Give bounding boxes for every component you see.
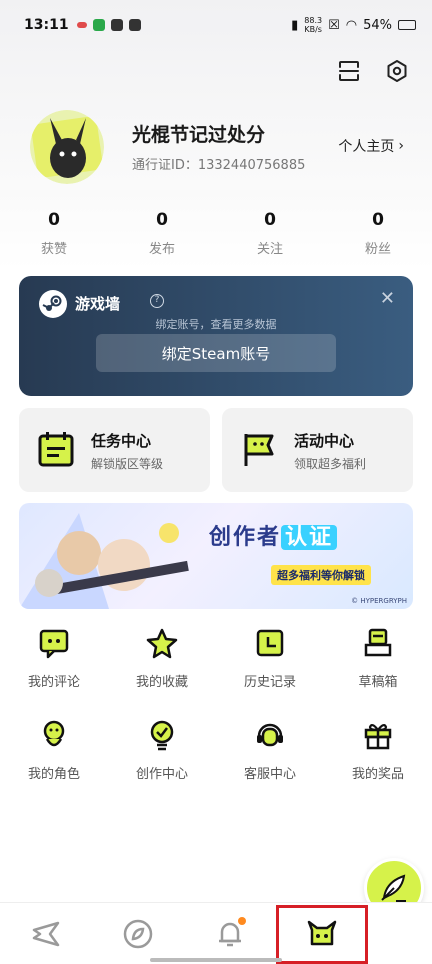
menu-label: 我的收藏 [135, 674, 188, 690]
feather-pen-icon [381, 874, 406, 902]
event-center-subtitle: 领取超多福利 [294, 457, 367, 471]
support-icon [257, 723, 283, 746]
quick-cards: 任务中心 解锁版区等级 活动中心 领取超多福利 [19, 408, 413, 492]
steam-icon [39, 290, 67, 318]
my-comments-button[interactable]: 我的评论 [0, 612, 108, 704]
menu-label: 我的角色 [27, 766, 80, 782]
personal-homepage-link[interactable]: 个人主页 › [338, 136, 404, 156]
game-wall-subtitle: 绑定账号，查看更多数据 [155, 318, 277, 331]
my-characters-button[interactable]: 我的角色 [0, 704, 108, 796]
feature-grid: 我的评论 我的收藏 历史记录 草稿箱 我的角色 创作中心 客服中心 我的奖品 [0, 612, 432, 796]
close-icon[interactable]: ✕ [380, 288, 395, 309]
vibrate-icon: ▮ [291, 17, 299, 33]
help-icon[interactable]: ? [150, 294, 164, 308]
chevron-right-icon: › [398, 138, 404, 154]
menu-label: 创作中心 [135, 766, 188, 782]
battery-icon [398, 20, 416, 30]
stat-label: 关注 [256, 242, 283, 257]
battery-level: 54% [363, 17, 392, 33]
homepage-label: 个人主页 [338, 139, 395, 155]
game-wall-title: 游戏墙 [75, 295, 121, 313]
task-center-card[interactable]: 任务中心 解锁版区等级 [19, 408, 210, 492]
profile-section: 光棍节记过处分 通行证ID：1332440756885 个人主页 › [30, 110, 410, 190]
sim-off-icon: ☒ [328, 17, 340, 33]
banner-subline: 超多福利等你解锁 [271, 565, 371, 585]
home-icon [32, 921, 60, 946]
drafts-icon [364, 628, 392, 656]
character-icon [43, 720, 65, 746]
menu-label: 我的评论 [27, 674, 80, 690]
nav-me[interactable] [276, 905, 368, 964]
my-prizes-button[interactable]: 我的奖品 [324, 704, 432, 796]
gift-icon [364, 723, 392, 749]
profile-mascot-icon [307, 920, 337, 945]
network-speed: 88.3 KB/s [304, 16, 323, 34]
support-center-button[interactable]: 客服中心 [216, 704, 324, 796]
stat-value: 0 [372, 210, 384, 230]
event-center-card[interactable]: 活动中心 领取超多福利 [222, 408, 413, 492]
banner-headline: 创作者 认证 [209, 519, 338, 551]
stat-label: 粉丝 [364, 242, 391, 257]
menu-label: 我的奖品 [351, 766, 404, 782]
status-time: 13:11 [24, 17, 69, 33]
gesture-bar [150, 958, 282, 962]
app-notification-icon [92, 19, 105, 31]
creator-certification-banner[interactable]: 创作者 认证 超多福利等你解锁 © HYPERGRYPH [19, 503, 413, 609]
menu-label: 客服中心 [243, 766, 296, 782]
passport-id: 通行证ID：1332440756885 [132, 158, 306, 173]
scan-icon[interactable] [336, 58, 362, 84]
history-icon [256, 629, 284, 656]
task-center-subtitle: 解锁版区等级 [91, 457, 164, 471]
my-favorites-button[interactable]: 我的收藏 [108, 612, 216, 704]
stat-label: 发布 [148, 242, 175, 257]
stat-value: 0 [264, 210, 276, 230]
creator-center-button[interactable]: 创作中心 [108, 704, 216, 796]
stat-followers[interactable]: 0 粉丝 [324, 210, 432, 257]
game-wall-card: 游戏墙 ? ✕ 绑定账号，查看更多数据 绑定Steam账号 [19, 276, 413, 396]
calendar-icon [37, 430, 75, 468]
header-actions [336, 58, 410, 84]
history-button[interactable]: 历史记录 [216, 612, 324, 704]
app-icon [128, 19, 141, 31]
stat-label: 获赞 [40, 242, 67, 257]
flag-icon [240, 430, 278, 468]
stat-posts[interactable]: 0 发布 [108, 210, 216, 257]
notification-icon [76, 22, 87, 28]
compass-icon [123, 919, 153, 948]
stat-value: 0 [48, 210, 60, 230]
task-center-title: 任务中心 [91, 432, 152, 450]
stat-likes[interactable]: 0 获赞 [0, 210, 108, 257]
stats-row: 0 获赞 0 发布 0 关注 0 粉丝 [0, 210, 432, 257]
nav-notifications[interactable] [184, 903, 276, 964]
mail-icon [110, 19, 123, 31]
drafts-button[interactable]: 草稿箱 [324, 612, 432, 704]
banner-watermark: © HYPERGRYPH [351, 597, 407, 605]
nav-home[interactable] [0, 903, 92, 964]
event-center-title: 活动中心 [294, 432, 355, 450]
menu-label: 历史记录 [243, 674, 296, 690]
stat-following[interactable]: 0 关注 [216, 210, 324, 257]
bottom-navigation [0, 902, 432, 964]
profile-name: 光棍节记过处分 [132, 124, 266, 146]
status-bar: 13:11 ▮ 88.3 KB/s ☒ ◠ 54% [0, 0, 432, 50]
avatar[interactable] [30, 110, 104, 184]
star-icon [146, 628, 178, 658]
comment-icon [39, 629, 69, 658]
settings-icon[interactable] [384, 58, 410, 84]
stat-value: 0 [156, 210, 168, 230]
menu-label: 草稿箱 [358, 674, 398, 690]
banner-illustration [19, 513, 189, 609]
wifi-icon: ◠ [345, 17, 358, 33]
bind-steam-button[interactable]: 绑定Steam账号 [96, 334, 336, 372]
notification-badge [238, 917, 246, 925]
creator-icon [150, 720, 174, 750]
nav-discover[interactable] [92, 903, 184, 964]
